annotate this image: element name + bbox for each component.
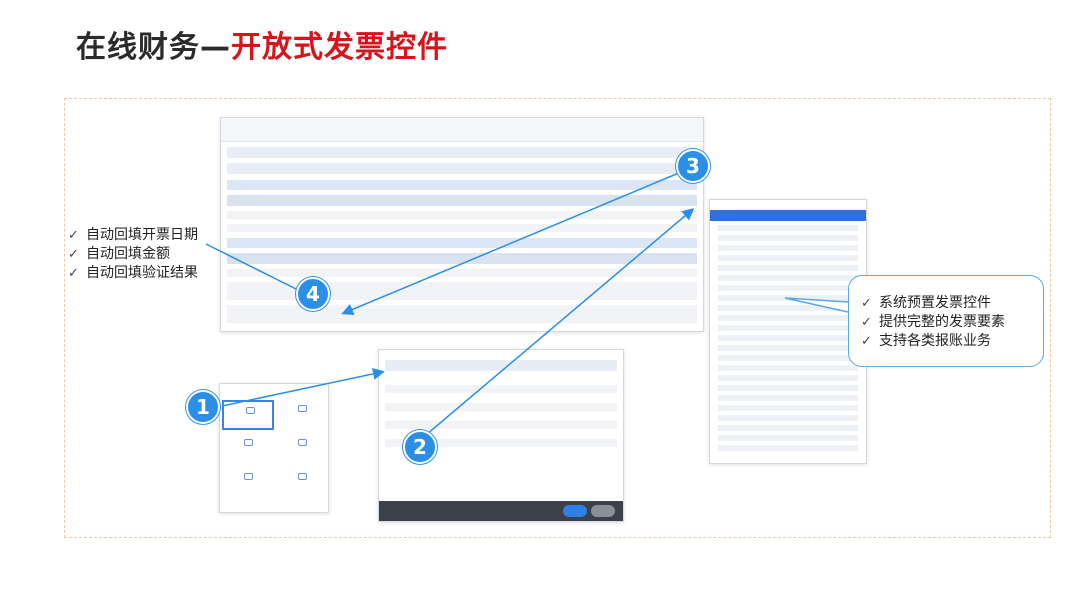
dropdown-option[interactable]: [718, 235, 858, 241]
expense-form-panel: [220, 117, 704, 332]
table-row[interactable]: [227, 305, 697, 323]
dropdown-option[interactable]: [718, 245, 858, 251]
menu-tile[interactable]: [276, 434, 328, 464]
control-icon: [298, 405, 307, 412]
form-title-bar: [221, 118, 703, 142]
check-icon: ✓: [861, 296, 872, 311]
dropdown-option[interactable]: [718, 425, 858, 431]
mapping-row[interactable]: [385, 385, 617, 393]
right-callout-item: ✓ 系统预置发票控件: [861, 295, 991, 311]
slide-title-prefix: 在线财务—: [76, 30, 231, 65]
check-icon: ✓: [68, 247, 79, 262]
check-icon: ✓: [68, 228, 79, 243]
left-callout-item: ✓ 自动回填开票日期: [68, 227, 198, 243]
control-icon: [244, 439, 253, 446]
section-header: [227, 238, 697, 248]
slide-title: 在线财务—开放式发票控件: [76, 22, 448, 66]
control-icon: [246, 407, 255, 414]
dropdown-option[interactable]: [718, 335, 858, 341]
mapping-row[interactable]: [385, 403, 617, 411]
dropdown-option[interactable]: [718, 325, 858, 331]
dropdown-option[interactable]: [718, 265, 858, 271]
dropdown-option[interactable]: [718, 415, 858, 421]
left-callout-item: ✓ 自动回填金额: [68, 246, 170, 262]
table-header: [227, 211, 697, 219]
dropdown-option[interactable]: [718, 225, 858, 231]
step-badge-4: 4: [296, 277, 330, 311]
check-icon: ✓: [861, 334, 872, 349]
dropdown-option[interactable]: [718, 275, 858, 281]
cancel-button[interactable]: [591, 505, 615, 517]
control-icon: [298, 473, 307, 480]
slide-title-highlight: 开放式发票控件: [231, 30, 448, 65]
control-icon: [244, 473, 253, 480]
menu-tile[interactable]: [276, 400, 328, 430]
menu-tile[interactable]: [222, 400, 274, 430]
dropdown-option[interactable]: [718, 405, 858, 411]
dialog-header: [385, 360, 617, 371]
control-icon: [298, 439, 307, 446]
dropdown-option[interactable]: [718, 285, 858, 291]
step-badge-3: 3: [676, 149, 710, 183]
menu-tile[interactable]: [222, 468, 274, 498]
dropdown-option[interactable]: [718, 445, 858, 451]
dropdown-option[interactable]: [718, 255, 858, 261]
dropdown-option[interactable]: [718, 355, 858, 361]
custom-control-menu: [219, 383, 329, 513]
right-callout-item: ✓ 提供完整的发票要素: [861, 314, 1005, 330]
table-row[interactable]: [227, 224, 697, 232]
dropdown-option[interactable]: [718, 365, 858, 371]
step-badge-2: 2: [403, 430, 437, 464]
right-callout: ✓ 系统预置发票控件 ✓ 提供完整的发票要素 ✓ 支持各类报账业务: [848, 275, 1044, 367]
form-field-row[interactable]: [227, 147, 697, 158]
toolbar[interactable]: [227, 195, 697, 206]
dropdown-option[interactable]: [718, 295, 858, 301]
right-callout-item: ✓ 支持各类报账业务: [861, 333, 991, 349]
right-callout-list: ✓ 系统预置发票控件 ✓ 提供完整的发票要素 ✓ 支持各类报账业务: [861, 294, 1005, 351]
table-header: [227, 269, 697, 277]
dropdown-highlighted-option[interactable]: [710, 210, 866, 221]
dropdown-option[interactable]: [718, 395, 858, 401]
dropdown-option[interactable]: [718, 385, 858, 391]
step-badge-1: 1: [186, 390, 220, 424]
dropdown-option[interactable]: [718, 345, 858, 351]
invoice-field-dropdown[interactable]: [709, 199, 867, 464]
menu-tile[interactable]: [222, 434, 274, 464]
form-field-row[interactable]: [227, 163, 697, 174]
toolbar[interactable]: [227, 253, 697, 264]
dropdown-option[interactable]: [718, 375, 858, 381]
mapping-row[interactable]: [385, 421, 617, 429]
left-callout-item: ✓ 自动回填验证结果: [68, 265, 198, 281]
dropdown-option[interactable]: [718, 435, 858, 441]
menu-tile[interactable]: [276, 468, 328, 498]
left-callout: ✓ 自动回填开票日期 ✓ 自动回填金额 ✓ 自动回填验证结果: [68, 226, 198, 283]
section-header: [227, 180, 697, 190]
dropdown-option[interactable]: [718, 315, 858, 321]
dropdown-option[interactable]: [718, 305, 858, 311]
check-icon: ✓: [68, 266, 79, 281]
dialog-footer: [379, 501, 623, 521]
check-icon: ✓: [861, 315, 872, 330]
confirm-button[interactable]: [563, 505, 587, 517]
